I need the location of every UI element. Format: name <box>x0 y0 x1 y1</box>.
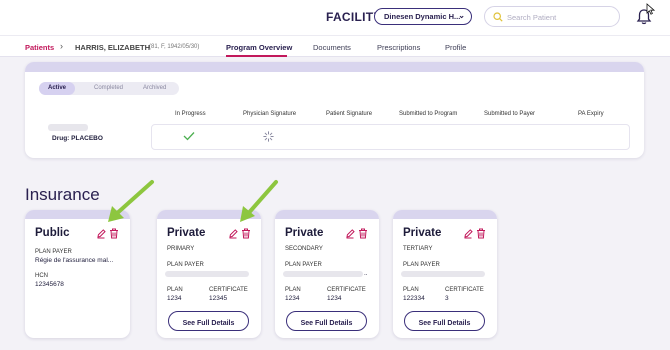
plan-payer-label: PLAN PAYER <box>35 249 72 255</box>
certificate-value: 3 <box>445 295 449 302</box>
insurance-type: Private <box>403 227 442 239</box>
check-icon <box>183 132 195 141</box>
col-submitted-to-program: Submitted to Program <box>399 111 458 117</box>
tab-prescriptions[interactable]: Prescriptions <box>377 43 420 52</box>
col-in-progress: In Progress <box>175 111 206 117</box>
tab-program-overview[interactable]: Program Overview <box>226 43 292 52</box>
card-actions <box>228 228 254 240</box>
card-header-band <box>25 62 644 72</box>
plan-payer-label: PLAN PAYER <box>285 262 322 268</box>
insurance-rank: PRIMARY <box>167 246 195 252</box>
plan-label: PLAN <box>403 287 419 293</box>
insurance-type: Private <box>167 227 206 239</box>
insurance-title: Insurance <box>25 185 100 204</box>
certificate-label: CERTIFICATE <box>327 287 366 293</box>
top-bar: FACILITY Dinesen Dynamic H... ⌄ <box>0 0 670 35</box>
insurance-card-primary: Private PRIMARY PLAN PAYER PLAN 1234 CER… <box>157 210 261 338</box>
breadcrumb-patient-meta: (81, F, 1942/05/30) <box>149 44 200 50</box>
see-full-details-button[interactable]: See Full Details <box>404 311 485 331</box>
card-actions <box>345 228 371 240</box>
redacted-text <box>401 271 485 277</box>
chevron-down-icon: ⌄ <box>458 11 465 20</box>
certificate-value: 12345 <box>209 295 228 302</box>
filter-active[interactable]: Active <box>39 82 76 95</box>
insurance-card-public: Public PLAN PAYER Régie de l'assurance m… <box>25 210 130 338</box>
facility-select-value: Dinesen Dynamic H... <box>384 12 461 21</box>
plan-payer-ellipsis: .. <box>364 270 368 277</box>
program-overview-card: Active Completed Archived In Progress Ph… <box>25 62 644 158</box>
chevron-right-icon: › <box>60 41 63 51</box>
breadcrumb-patients-link[interactable]: Patients <box>25 43 54 52</box>
edit-icon[interactable] <box>228 228 238 239</box>
arrow-annotation <box>240 180 278 222</box>
status-filter: Active Completed Archived <box>39 82 179 95</box>
status-row <box>151 124 630 150</box>
plan-payer-label: PLAN PAYER <box>403 262 440 268</box>
edit-icon[interactable] <box>96 228 106 239</box>
plan-payer-label: PLAN PAYER <box>167 262 204 268</box>
cursor-icon <box>646 3 655 15</box>
card-actions <box>463 228 489 240</box>
trash-icon[interactable] <box>476 228 486 239</box>
card-header-band <box>275 210 379 219</box>
insurance-rank: SECONDARY <box>285 246 323 252</box>
hcn-value: 12345678 <box>35 281 64 288</box>
tab-profile[interactable]: Profile <box>445 43 466 52</box>
certificate-label: CERTIFICATE <box>445 287 484 293</box>
breadcrumb-patient-name: HARRIS, ELIZABETH <box>75 43 150 52</box>
col-submitted-to-payer: Submitted to Payer <box>484 111 536 117</box>
drug-label: Drug: PLACEBO <box>52 135 103 142</box>
search-icon <box>493 12 503 22</box>
filter-archived[interactable]: Archived <box>143 85 166 91</box>
plan-value: 1234 <box>167 295 182 302</box>
insurance-type: Private <box>285 227 324 239</box>
card-header-band <box>393 210 497 219</box>
plan-value: 1234 <box>285 295 300 302</box>
plan-label: PLAN <box>285 287 301 293</box>
insurance-card-secondary: Private SECONDARY PLAN PAYER .. PLAN 123… <box>275 210 379 338</box>
certificate-label: CERTIFICATE <box>209 287 248 293</box>
trash-icon[interactable] <box>358 228 368 239</box>
facility-select[interactable]: Dinesen Dynamic H... ⌄ <box>374 8 472 25</box>
arrow-annotation <box>108 180 154 222</box>
redacted-text <box>283 271 363 277</box>
breadcrumb-tab-bar: Patients › HARRIS, ELIZABETH (81, F, 194… <box>0 35 670 57</box>
plan-value: 122334 <box>403 295 425 302</box>
spinner-icon <box>263 131 274 142</box>
insurance-rank: TERTIARY <box>403 246 433 252</box>
filter-completed[interactable]: Completed <box>94 85 123 91</box>
see-full-details-button[interactable]: See Full Details <box>168 311 249 331</box>
card-actions <box>96 228 122 240</box>
col-physician-signature: Physician Signature <box>243 111 297 117</box>
plan-label: PLAN <box>167 287 183 293</box>
trash-icon[interactable] <box>241 228 251 239</box>
edit-icon[interactable] <box>345 228 355 239</box>
trash-icon[interactable] <box>109 228 119 239</box>
edit-icon[interactable] <box>463 228 473 239</box>
plan-payer-value: Régie de l'assurance mal... <box>35 257 114 264</box>
certificate-value: 1234 <box>327 295 342 302</box>
search-box[interactable] <box>484 6 620 27</box>
col-pa-expiry: PA Expiry <box>578 111 604 117</box>
insurance-type: Public <box>35 227 70 239</box>
redacted-text <box>48 124 88 131</box>
insurance-card-tertiary: Private TERTIARY PLAN PAYER PLAN 122334 … <box>393 210 497 338</box>
hcn-label: HCN <box>35 273 48 279</box>
search-input[interactable] <box>507 10 607 24</box>
active-tab-indicator <box>226 55 287 57</box>
see-full-details-button[interactable]: See Full Details <box>286 311 367 331</box>
col-patient-signature: Patient Signature <box>326 111 373 117</box>
redacted-text <box>165 271 249 277</box>
tab-documents[interactable]: Documents <box>313 43 351 52</box>
